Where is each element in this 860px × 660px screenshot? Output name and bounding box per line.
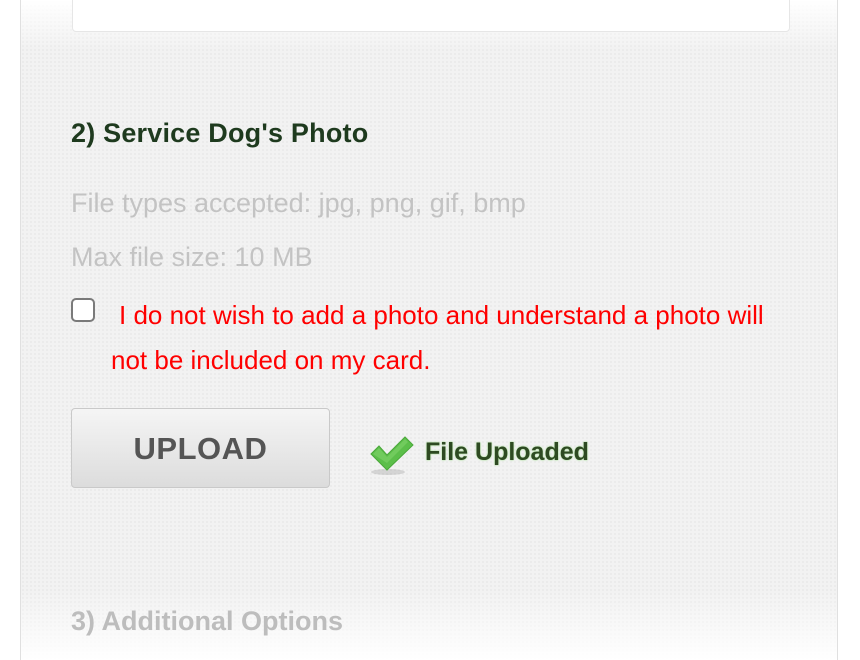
no-photo-checkbox[interactable] (71, 298, 95, 322)
max-file-size-hint: Max file size: 10 MB (71, 242, 313, 272)
file-types-hint: File types accepted: jpg, png, gif, bmp (71, 188, 526, 218)
previous-section-card (72, 0, 790, 32)
next-section-title: 3) Additional Options (71, 606, 343, 636)
upload-button[interactable]: UPLOAD (71, 408, 330, 488)
upload-status-text: File Uploaded (425, 438, 589, 466)
checkmark-icon (370, 436, 414, 475)
no-photo-label[interactable]: I do not wish to add a photo and underst… (111, 293, 791, 383)
section-title: 2) Service Dog's Photo (71, 118, 369, 148)
